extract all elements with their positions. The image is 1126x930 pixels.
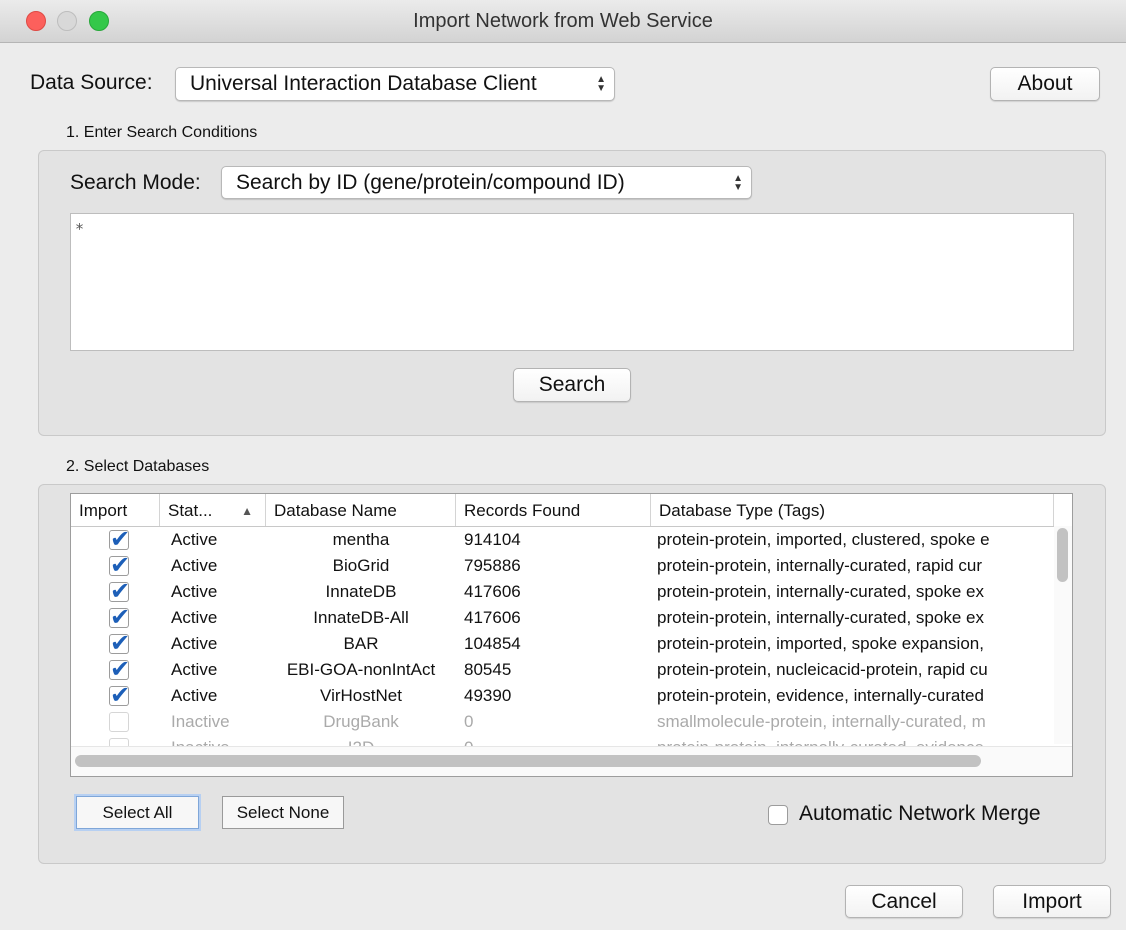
data-source-select[interactable]: Universal Interaction Database Client ▲ ▼ (175, 67, 615, 101)
column-header-status[interactable]: Stat... ▲ (160, 494, 266, 526)
import-button[interactable]: Import (993, 885, 1111, 918)
database-name-cell: BioGrid (332, 556, 390, 575)
database-type-cell: protein-protein, evidence, internally-cu… (657, 686, 984, 705)
table-row[interactable]: Active mentha 914104 protein-protein, impor… (71, 525, 1056, 554)
query-textarea[interactable]: * (70, 213, 1074, 351)
data-source-label: Data Source: (30, 71, 153, 94)
database-type-cell: smallmolecule-protein, internally-curate… (657, 712, 986, 731)
search-mode-value: Search by ID (gene/protein/compound ID) (236, 171, 625, 194)
database-name-cell: InnateDB (325, 582, 397, 601)
search-conditions-panel: Search Mode: Search by ID (gene/protein/… (38, 150, 1106, 436)
database-name-cell: EBI-GOA-nonIntAct (286, 660, 436, 679)
import-checkbox[interactable] (109, 681, 130, 710)
sort-ascending-icon: ▲ (241, 504, 253, 518)
records-found-cell: 914104 (464, 530, 521, 549)
records-found-cell: 417606 (464, 582, 521, 601)
database-type-cell: protein-protein, internally-curated, spo… (657, 582, 984, 601)
table-row[interactable]: Active BioGrid 795886 protein-protein, inte… (71, 551, 1056, 580)
data-source-value: Universal Interaction Database Client (190, 72, 537, 95)
search-button[interactable]: Search (513, 368, 631, 402)
column-header-database-type[interactable]: Database Type (Tags) (651, 494, 1054, 526)
about-button[interactable]: About (990, 67, 1100, 101)
database-name-cell: mentha (332, 530, 390, 549)
select-all-button[interactable]: Select All (76, 796, 199, 829)
database-type-cell: protein-protein, imported, spoke expansi… (657, 634, 984, 653)
database-name-cell: DrugBank (323, 712, 399, 731)
horizontal-scroll-thumb[interactable] (75, 755, 981, 767)
database-type-cell: protein-protein, imported, clustered, sp… (657, 530, 990, 549)
table-row[interactable]: Inactive DrugBank 0 smallmolecule-protein, … (71, 709, 1056, 735)
import-checkbox[interactable] (109, 551, 130, 580)
status-cell: Inactive (171, 712, 230, 731)
status-cell: Active (171, 634, 218, 653)
status-cell: Active (171, 686, 218, 705)
status-cell: Active (171, 660, 218, 679)
table-row[interactable]: Active BAR 104854 protein-protein, imported… (71, 629, 1056, 658)
table-row[interactable]: Active EBI-GOA-nonIntAct 80545 protein-prot… (71, 655, 1056, 684)
window-titlebar: Import Network from Web Service (0, 0, 1126, 43)
records-found-cell: 0 (464, 712, 474, 731)
status-cell: Active (171, 582, 218, 601)
table-row[interactable]: Active InnateDB 417606 protein-protein, int… (71, 577, 1056, 606)
import-checkbox[interactable] (109, 629, 130, 658)
table-header: Import Stat... ▲ Database Name Records F… (71, 494, 1072, 527)
automatic-merge-checkbox[interactable] (768, 805, 788, 825)
vertical-scroll-thumb[interactable] (1057, 528, 1068, 582)
search-conditions-heading: 1. Enter Search Conditions (66, 124, 258, 141)
database-type-cell: protein-protein, nucleicacid-protein, ra… (657, 660, 988, 679)
table-row[interactable]: Active InnateDB-All 417606 protein-protein,… (71, 603, 1056, 632)
column-header-import[interactable]: Import (71, 494, 160, 526)
database-type-cell: protein-protein, internally-curated, rap… (657, 556, 983, 575)
database-name-cell: InnateDB-All (313, 608, 409, 627)
search-mode-select[interactable]: Search by ID (gene/protein/compound ID) … (221, 166, 752, 199)
updown-arrows-icon: ▲ ▼ (733, 173, 743, 193)
status-cell: Active (171, 608, 218, 627)
database-type-cell: protein-protein, internally-curated, spo… (657, 608, 984, 627)
databases-table: Import Stat... ▲ Database Name Records F… (70, 493, 1073, 777)
window-title: Import Network from Web Service (413, 10, 713, 32)
automatic-merge-label: Automatic Network Merge (799, 802, 1041, 825)
records-found-cell: 795886 (464, 556, 521, 575)
import-checkbox[interactable] (109, 603, 130, 632)
import-checkbox[interactable] (109, 525, 130, 554)
status-cell: Active (171, 556, 218, 575)
database-name-cell: VirHostNet (320, 686, 402, 705)
column-header-records-found[interactable]: Records Found (456, 494, 651, 526)
search-mode-label: Search Mode: (70, 171, 201, 194)
table-row[interactable]: Active VirHostNet 49390 protein-protein, ev… (71, 681, 1056, 710)
records-found-cell: 80545 (464, 660, 512, 679)
updown-arrows-icon: ▲ ▼ (596, 74, 606, 94)
records-found-cell: 417606 (464, 608, 521, 627)
database-name-cell: BAR (343, 634, 379, 653)
records-found-cell: 104854 (464, 634, 521, 653)
horizontal-scrollbar[interactable] (71, 746, 1072, 776)
import-checkbox[interactable] (109, 655, 130, 684)
column-header-status-label: Stat... (168, 501, 213, 520)
vertical-scrollbar[interactable] (1054, 526, 1072, 744)
cancel-button[interactable]: Cancel (845, 885, 963, 918)
import-checkbox[interactable] (109, 712, 129, 732)
select-databases-heading: 2. Select Databases (66, 458, 210, 475)
import-checkbox[interactable] (109, 577, 130, 606)
select-none-button[interactable]: Select None (222, 796, 344, 829)
column-header-database-name[interactable]: Database Name (266, 494, 456, 526)
status-cell: Active (171, 530, 218, 549)
records-found-cell: 49390 (464, 686, 512, 705)
